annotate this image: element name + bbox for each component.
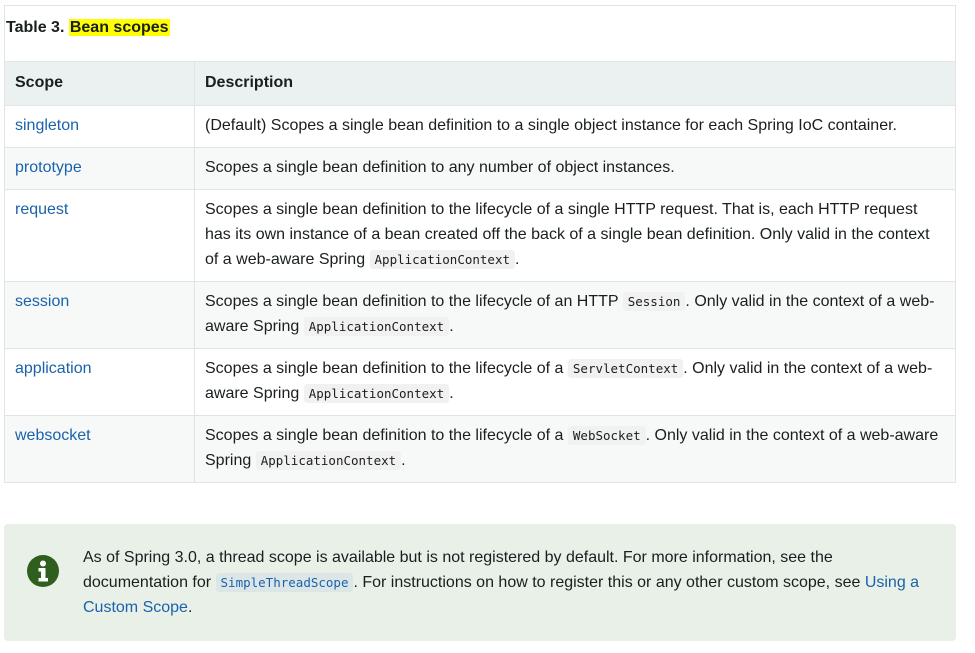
scope-cell: session xyxy=(5,281,195,349)
inline-code: ApplicationContext xyxy=(303,317,450,336)
scope-link-singleton[interactable]: singleton xyxy=(15,117,79,134)
description-text: (Default) Scopes a single bean definitio… xyxy=(205,117,897,134)
description-cell: (Default) Scopes a single bean definitio… xyxy=(194,105,955,148)
description-text: . xyxy=(449,385,454,402)
note-admonition: As of Spring 3.0, a thread scope is avai… xyxy=(4,524,956,641)
scope-cell: prototype xyxy=(5,147,195,190)
scope-link-prototype[interactable]: prototype xyxy=(15,159,82,176)
inline-code: ApplicationContext xyxy=(255,451,402,470)
scope-cell: websocket xyxy=(5,415,195,482)
table-caption-prefix: Table 3. xyxy=(6,19,69,36)
scope-link-request[interactable]: request xyxy=(15,201,68,218)
scope-link-websocket[interactable]: websocket xyxy=(15,427,91,444)
table-row: request Scopes a single bean definition t… xyxy=(5,189,955,282)
scope-cell: singleton xyxy=(5,105,195,148)
bean-scopes-table: Scope Description singleton (Default) Sco… xyxy=(5,61,955,482)
inline-code: ApplicationContext xyxy=(369,250,515,269)
scope-link-session[interactable]: session xyxy=(15,293,69,310)
description-text: Scopes a single bean definition to the l… xyxy=(205,427,568,444)
table-row: singleton (Default) Scopes a single bean … xyxy=(5,105,955,148)
description-text: Scopes a single bean definition to the l… xyxy=(205,201,930,268)
table-body: singleton (Default) Scopes a single bean … xyxy=(5,105,955,482)
inline-code: Session xyxy=(622,292,686,311)
table-row: websocket Scopes a single bean definition… xyxy=(5,415,955,482)
description-cell: Scopes a single bean definition to the l… xyxy=(194,415,955,482)
info-circle-icon xyxy=(26,554,60,588)
note-text-part: . For instructions on how to register th… xyxy=(353,574,865,591)
table-row: prototype Scopes a single bean definition… xyxy=(5,147,955,190)
inline-code: ApplicationContext xyxy=(303,384,450,403)
scope-cell: request xyxy=(5,189,195,282)
description-cell: Scopes a single bean definition to the l… xyxy=(194,281,955,349)
description-text: . xyxy=(401,452,406,469)
note-text-end: . xyxy=(187,599,193,616)
column-header-description: Description xyxy=(194,61,955,106)
description-text: . xyxy=(449,318,454,335)
description-text: Scopes a single bean definition to any n… xyxy=(205,159,675,176)
description-cell: Scopes a single bean definition to any n… xyxy=(194,147,955,190)
inline-code: ServletContext xyxy=(567,359,684,378)
scope-link-application[interactable]: application xyxy=(15,360,92,377)
description-text: Scopes a single bean definition to the l… xyxy=(205,360,568,377)
scope-cell: application xyxy=(5,348,195,416)
note-text: As of Spring 3.0, a thread scope is avai… xyxy=(83,545,933,620)
table-row: session Scopes a single bean definition t… xyxy=(5,281,955,349)
description-text: Scopes a single bean definition to the l… xyxy=(205,293,623,310)
note-code-simplethreadscope: SimpleThreadScope xyxy=(215,573,354,592)
inline-code: WebSocket xyxy=(567,426,646,445)
description-text: . xyxy=(515,251,520,268)
column-header-scope: Scope xyxy=(5,61,195,106)
table-caption-title: Bean scopes xyxy=(68,19,170,36)
bean-scopes-table-block: Table 3. Bean scopes Scope Description s… xyxy=(4,5,956,483)
description-cell: Scopes a single bean definition to the l… xyxy=(194,348,955,416)
table-header-row: Scope Description xyxy=(5,61,955,106)
table-caption: Table 3. Bean scopes xyxy=(5,6,955,61)
description-cell: Scopes a single bean definition to the l… xyxy=(194,189,955,282)
table-row: application Scopes a single bean definiti… xyxy=(5,348,955,416)
